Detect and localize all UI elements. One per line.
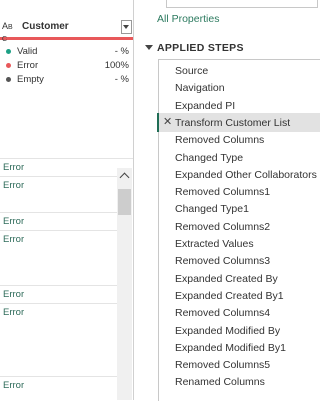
applied-step[interactable]: Changed Type1: [158, 199, 320, 218]
applied-step-label: Removed Columns1: [175, 186, 271, 199]
quality-valid: Valid - %: [6, 46, 132, 58]
quality-value: - %: [114, 74, 129, 85]
all-properties-link[interactable]: All Properties: [157, 13, 219, 25]
applied-step[interactable]: Expanded PI: [158, 96, 320, 115]
delete-step-icon[interactable]: ✕: [163, 116, 172, 128]
table-cell[interactable]: Error: [0, 180, 120, 194]
applied-step[interactable]: Source: [158, 61, 320, 80]
empty-dot-icon: [6, 77, 11, 82]
applied-step-label: Renamed Columns: [175, 376, 265, 389]
quality-label: Empty: [17, 74, 44, 85]
quality-label: Error: [17, 60, 39, 71]
applied-step[interactable]: Expanded Created By: [158, 269, 320, 288]
applied-step-label: Source: [175, 65, 209, 77]
applied-step-label: Removed Columns2: [175, 220, 271, 233]
table-cell[interactable]: Error: [0, 307, 120, 321]
applied-step[interactable]: Removed Columns1: [158, 182, 320, 201]
divider: [0, 212, 117, 213]
quality-error: Error 100%: [6, 60, 132, 72]
divider: [0, 158, 133, 159]
valid-dot-icon: [6, 49, 11, 54]
applied-step[interactable]: Expanded Modified By1: [158, 338, 320, 357]
applied-step-label: Changed Type1: [175, 203, 249, 216]
applied-step-label: Transform Customer List: [175, 116, 291, 129]
collapse-caret-icon[interactable]: [145, 45, 153, 50]
applied-step-label: Expanded Modified By: [175, 324, 281, 337]
applied-step[interactable]: Changed Type: [158, 148, 320, 167]
applied-step[interactable]: ✕ Transform Customer List: [157, 112, 320, 132]
table-cell[interactable]: Error: [0, 289, 120, 303]
table-cell[interactable]: Error: [0, 380, 120, 394]
divider: [0, 376, 117, 377]
applied-step-label: Expanded PI: [175, 99, 236, 112]
applied-step-label: Removed Columns3: [175, 255, 271, 268]
applied-step[interactable]: Expanded Modified By: [158, 321, 320, 340]
table-cell[interactable]: Error: [0, 234, 120, 248]
applied-step-label: Removed Columns: [175, 134, 265, 147]
error-dot-icon: [6, 63, 11, 68]
query-name-input[interactable]: [166, 0, 318, 8]
applied-step-label: Changed Type: [175, 151, 244, 164]
text-type-icon[interactable]: AB C: [2, 21, 13, 45]
chevron-up-icon[interactable]: [120, 171, 129, 180]
applied-step-label: Expanded Created By1: [175, 289, 284, 302]
column-filter-dropdown-icon[interactable]: [121, 20, 132, 34]
column-title[interactable]: Customer: [22, 21, 69, 32]
applied-step-label: Expanded Created By: [175, 272, 278, 285]
applied-step[interactable]: Removed Columns4: [158, 303, 320, 322]
applied-step[interactable]: Removed Columns3: [158, 251, 320, 270]
applied-step[interactable]: Extracted Values: [158, 234, 320, 253]
applied-step[interactable]: Removed Columns2: [158, 217, 320, 236]
pane-divider[interactable]: [133, 0, 134, 400]
applied-step-label: Expanded Modified By1: [175, 341, 286, 354]
quality-value: 100%: [104, 60, 129, 71]
table-cell[interactable]: Error: [0, 162, 120, 176]
applied-step-label: Removed Columns4: [175, 307, 271, 320]
applied-step[interactable]: Renamed Columns: [158, 372, 320, 391]
divider: [0, 176, 117, 177]
applied-step[interactable]: Expanded Created By1: [158, 286, 320, 305]
applied-step[interactable]: Navigation: [158, 78, 320, 97]
applied-steps-title: APPLIED STEPS: [157, 42, 244, 54]
applied-step-label: Expanded Other Collaborators: [175, 168, 317, 181]
quality-empty: Empty - %: [6, 74, 132, 86]
applied-step-label: Extracted Values: [175, 238, 254, 250]
column-header[interactable]: AB C Customer: [0, 17, 133, 43]
applied-step-label: Navigation: [175, 82, 225, 95]
quality-value: - %: [114, 46, 129, 57]
scroll-thumb[interactable]: [118, 189, 131, 215]
applied-step[interactable]: Removed Columns5: [158, 355, 320, 374]
divider: [0, 230, 117, 231]
divider: [0, 303, 117, 304]
quality-label: Valid: [17, 46, 38, 57]
data-preview-pane: AB C Customer Valid - % Error 100% Empty …: [0, 0, 133, 400]
applied-step[interactable]: Expanded Other Collaborators: [158, 165, 320, 184]
applied-step-label: Removed Columns5: [175, 359, 271, 372]
vertical-scrollbar[interactable]: [117, 168, 132, 400]
divider: [0, 285, 117, 286]
applied-step[interactable]: Removed Columns: [158, 130, 320, 149]
table-cell[interactable]: Error: [0, 216, 120, 230]
